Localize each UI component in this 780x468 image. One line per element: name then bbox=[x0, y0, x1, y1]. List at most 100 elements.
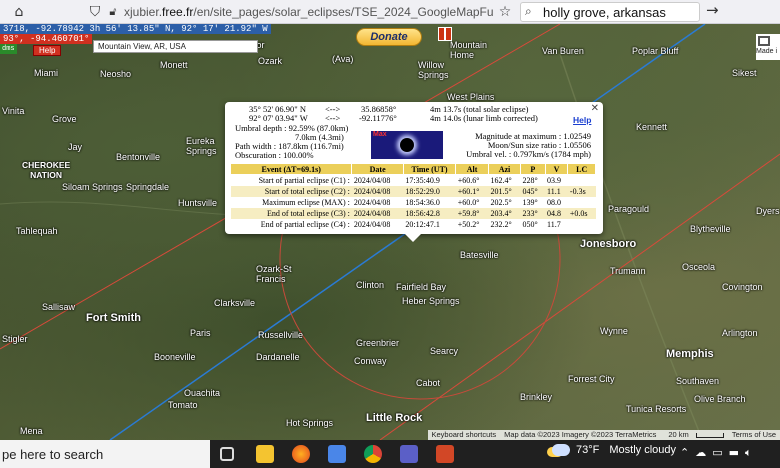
volume-icon[interactable]: 🔈︎ bbox=[745, 446, 752, 460]
fullscreen-button[interactable]: Made i bbox=[756, 34, 780, 60]
place-label-searcy[interactable]: Searcy bbox=[430, 346, 458, 356]
table-row: Maximum eclipse (MAX) :2024/04/08 18:54:3… bbox=[231, 197, 596, 208]
place-label-eureka-springs[interactable]: Eureka Springs bbox=[186, 136, 217, 156]
search-bar[interactable]: ⌕ holly grove, arkansas bbox=[520, 2, 700, 22]
close-icon[interactable]: ✕ bbox=[591, 103, 599, 114]
place-label-tahlequah[interactable]: Tahlequah bbox=[16, 226, 58, 236]
terms-link[interactable]: Terms of Use bbox=[728, 430, 780, 440]
place-label-springdale[interactable]: Springdale bbox=[126, 182, 169, 192]
col-lc: LC bbox=[567, 163, 596, 175]
cloud-sync-icon[interactable]: ☁ bbox=[695, 446, 706, 460]
place-label-jonesboro[interactable]: Jonesboro bbox=[580, 238, 636, 250]
place-label-dardanelle[interactable]: Dardanelle bbox=[256, 352, 300, 362]
place-label-sikeston[interactable]: Sikest bbox=[732, 68, 757, 78]
place-label-olive-branch[interactable]: Olive Branch bbox=[694, 394, 746, 404]
place-label-hot-springs[interactable]: Hot Springs bbox=[286, 418, 333, 428]
lock-icon[interactable]: 🔓︎ bbox=[102, 1, 124, 23]
place-label-vinita[interactable]: Vinita bbox=[2, 106, 24, 116]
place-label-huntsville[interactable]: Huntsville bbox=[178, 198, 217, 208]
place-label-forrest-city[interactable]: Forrest City bbox=[568, 374, 615, 384]
fullscreen-icon bbox=[758, 36, 770, 46]
taskbar-search[interactable]: pe here to search bbox=[0, 440, 210, 468]
place-label-blytheville[interactable]: Blytheville bbox=[690, 224, 731, 234]
weather-widget[interactable]: 73°F Mostly cloudy bbox=[552, 444, 676, 456]
place-label-tomato[interactable]: Tomato bbox=[168, 400, 198, 410]
place-label-clinton[interactable]: Clinton bbox=[356, 280, 384, 290]
place-label-poplar-bluff[interactable]: Poplar Bluff bbox=[632, 46, 678, 56]
powerpoint-icon[interactable] bbox=[436, 445, 454, 463]
place-label-sallisaw[interactable]: Sallisaw bbox=[42, 302, 75, 312]
place-label-stigler[interactable]: Stigler bbox=[2, 334, 28, 344]
place-label-miami[interactable]: Miami bbox=[34, 68, 58, 78]
place-label-russellville[interactable]: Russellville bbox=[258, 330, 303, 340]
place-label-siloam-springs[interactable]: Siloam Springs bbox=[62, 182, 123, 192]
display-icon[interactable]: ▭ bbox=[712, 446, 722, 460]
place-label-heber-springs[interactable]: Heber Springs bbox=[402, 296, 460, 306]
place-label-wynne[interactable]: Wynne bbox=[600, 326, 628, 336]
battery-icon[interactable]: ▬ bbox=[729, 446, 739, 460]
place-label-arlington[interactable]: Arlington bbox=[722, 328, 758, 338]
place-label-fairfield-bay[interactable]: Fairfield Bay bbox=[396, 282, 446, 292]
place-label-west-plains[interactable]: West Plains bbox=[447, 92, 494, 102]
url-domain: free.fr bbox=[162, 5, 194, 19]
place-label-paris[interactable]: Paris bbox=[190, 328, 211, 338]
place-label-dyersburg[interactable]: Dyers bbox=[756, 206, 780, 216]
place-label-brinkley[interactable]: Brinkley bbox=[520, 392, 552, 402]
place-label-neosho[interactable]: Neosho bbox=[100, 69, 131, 79]
place-label-cabot[interactable]: Cabot bbox=[416, 378, 440, 388]
place-label-ozark-st-francis[interactable]: Ozark-St Francis bbox=[256, 264, 292, 284]
cell-p: 233° bbox=[520, 207, 545, 219]
map-help-button[interactable]: Help bbox=[33, 45, 62, 56]
home-icon[interactable]: ⌂ bbox=[8, 1, 30, 23]
chevron-up-icon[interactable]: ⌃ bbox=[680, 446, 689, 460]
place-label-mena[interactable]: Mena bbox=[20, 426, 43, 436]
file-explorer-icon[interactable] bbox=[256, 445, 274, 463]
search-go-arrow-icon[interactable]: → bbox=[706, 1, 719, 19]
place-label-greenbrier[interactable]: Greenbrier bbox=[356, 338, 399, 348]
chrome-icon[interactable] bbox=[364, 445, 382, 463]
place-label-mountain-home[interactable]: Mountain Home bbox=[450, 40, 487, 60]
place-label-southaven[interactable]: Southaven bbox=[676, 376, 719, 386]
place-label-kennett[interactable]: Kennett bbox=[636, 122, 667, 132]
task-view-icon[interactable] bbox=[220, 447, 234, 461]
place-label-clarksville[interactable]: Clarksville bbox=[214, 298, 255, 308]
cell-alt: +60.6° bbox=[457, 175, 480, 185]
eclipse-animation-image[interactable]: Max bbox=[371, 131, 443, 159]
map-view[interactable]: MiamiNeoshoMonettOzark(Ava)NorMountain H… bbox=[0, 24, 780, 440]
location-field[interactable]: Mountain View, AR, USA bbox=[93, 40, 258, 53]
place-label-memphis[interactable]: Memphis bbox=[666, 348, 714, 360]
place-label-van-buren[interactable]: Van Buren bbox=[542, 46, 584, 56]
popup-help-link[interactable]: Help bbox=[573, 115, 591, 125]
gift-icon[interactable] bbox=[438, 27, 452, 41]
place-label-ouachita[interactable]: Ouachita bbox=[184, 388, 220, 398]
place-label-grove[interactable]: Grove bbox=[52, 114, 77, 124]
place-label-booneville[interactable]: Booneville bbox=[154, 352, 196, 362]
place-label-trumann[interactable]: Trumann bbox=[610, 266, 646, 276]
firefox-icon[interactable] bbox=[292, 445, 310, 463]
place-label-fort-smith[interactable]: Fort Smith bbox=[86, 312, 141, 324]
bookmark-star-icon[interactable]: ☆ bbox=[494, 1, 516, 23]
place-label-tunica[interactable]: Tunica Resorts bbox=[626, 404, 686, 414]
eclipse-info-popup: ✕ 35° 52' 06.90" N 92° 07' 03.94" W <-->… bbox=[225, 102, 603, 242]
place-label-batesville[interactable]: Batesville bbox=[460, 250, 499, 260]
place-label-ava[interactable]: (Ava) bbox=[332, 54, 353, 64]
place-label-covington[interactable]: Covington bbox=[722, 282, 763, 292]
address-bar[interactable]: xjubier. free.fr/en/site_pages/solar_ecli… bbox=[124, 2, 494, 22]
place-label-conway[interactable]: Conway bbox=[354, 356, 387, 366]
keyboard-shortcuts-link[interactable]: Keyboard shortcuts bbox=[428, 430, 501, 440]
place-label-cherokee-nation[interactable]: CHEROKEE NATION bbox=[22, 160, 70, 180]
pen-app-icon[interactable] bbox=[328, 445, 346, 463]
teams-icon[interactable] bbox=[400, 445, 418, 463]
place-label-monett[interactable]: Monett bbox=[160, 60, 188, 70]
place-label-osceola[interactable]: Osceola bbox=[682, 262, 715, 272]
longitude-dms: 92° 07' 03.94" W bbox=[249, 113, 308, 123]
donate-button[interactable]: Donate bbox=[356, 28, 422, 46]
place-label-little-rock[interactable]: Little Rock bbox=[366, 412, 422, 424]
place-label-paragould[interactable]: Paragould bbox=[608, 204, 649, 214]
place-label-willow-springs[interactable]: Willow Springs bbox=[418, 60, 449, 80]
place-label-jay[interactable]: Jay bbox=[68, 142, 82, 152]
place-label-ozark[interactable]: Ozark bbox=[258, 56, 282, 66]
cloud-icon bbox=[552, 444, 570, 456]
dms-toggle[interactable]: dms bbox=[0, 44, 17, 54]
place-label-bentonville[interactable]: Bentonville bbox=[116, 152, 160, 162]
